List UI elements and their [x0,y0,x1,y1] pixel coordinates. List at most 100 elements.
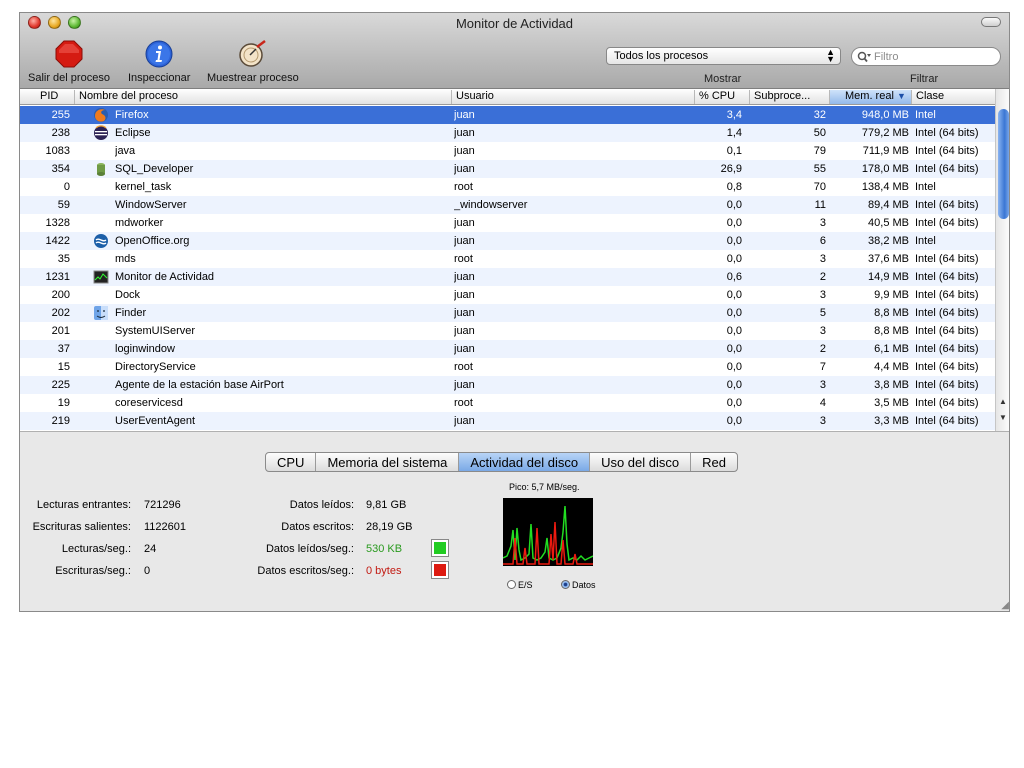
table-row[interactable]: 0 kernel_task root 0,8 70 138,4 MB Intel [20,178,995,196]
table-row[interactable]: 219 UserEventAgent juan 0,0 3 3,3 MB Intel (64… [20,412,995,430]
radio-io[interactable]: E/S [507,580,533,590]
table-row[interactable]: 202 Finder juan 0,0 5 8,8 MB Intel (64 bits) [20,304,995,322]
cell-class: Intel (64 bits) [915,199,979,211]
cell-user: juan [454,379,475,391]
column-header-cpu[interactable]: % CPU [695,90,750,104]
data-read-per-sec-label: Datos leídos/seg.: [265,543,354,555]
cell-cpu: 0,1 [726,145,742,157]
column-header-class[interactable]: Clase [912,90,995,104]
radio-data[interactable]: Datos [561,580,596,590]
cell-class: Intel (64 bits) [915,163,979,175]
table-row[interactable]: 37 loginwindow juan 0,0 2 6,1 MB Intel (64 bit… [20,340,995,358]
table-vertical-scrollbar[interactable]: ▲ ▼ [995,89,1009,431]
cell-cpu: 26,9 [720,163,742,175]
cell-class: Intel (64 bits) [915,271,979,283]
radio-io-button[interactable] [507,580,516,589]
cell-pid: 1422 [45,235,70,247]
cell-class: Intel (64 bits) [915,397,979,409]
cell-cpu: 0,0 [726,397,742,409]
scroll-up-arrow-icon[interactable]: ▲ [999,397,1007,406]
cell-pid: 0 [63,181,70,193]
table-row[interactable]: 59 WindowServer _windowserver 0,0 11 89,4 MB I… [20,196,995,214]
table-row[interactable]: 225 Agente de la estación base AirPort jua… [20,376,995,394]
writes-per-sec-label: Escrituras/seg.: [55,565,131,577]
table-body: 255 Firefox juan 3,4 32 948,0 MB Intel 238 Eclip… [20,106,995,430]
cell-pid: 200 [51,289,70,301]
table-row[interactable]: 35 mds root 0,0 3 37,6 MB Intel (64 bits) [20,250,995,268]
table-row[interactable]: 354 SQL_Developer juan 26,9 55 178,0 MB Intel … [20,160,995,178]
tab-disk-usage[interactable]: Uso del disco [590,453,692,471]
cell-user: juan [454,325,475,337]
column-header-real-memory[interactable]: Mem. real ▼ [830,90,912,104]
window-title: Monitor de Actividad [455,16,574,31]
column-header-threads[interactable]: Subproce... [750,90,830,104]
scrollbar-thumb[interactable] [998,109,1009,219]
cell-cpu: 0,0 [726,343,742,355]
tab-disk-activity[interactable]: Actividad del disco [459,453,591,471]
cell-user: juan [454,163,475,175]
read-color-fill [434,542,446,554]
cell-threads: 2 [819,343,826,355]
cell-threads: 3 [819,253,826,265]
table-row[interactable]: 1231 Monitor de Actividad juan 0,6 2 14,9 MB I… [20,268,995,286]
inspect-button[interactable]: Inspeccionar [128,39,190,84]
cell-threads: 11 [814,199,826,211]
column-header-pid[interactable]: PID [20,90,75,104]
cell-real-memory: 9,9 MB [874,289,909,301]
table-row[interactable]: 19 coreservicesd root 0,0 4 3,5 MB Intel (64 b… [20,394,995,412]
scroll-down-arrow-icon[interactable]: ▼ [999,413,1007,422]
process-table: PID Nombre del proceso Usuario % CPU Sub… [20,89,1009,431]
cell-class: Intel (64 bits) [915,217,979,229]
cell-process-name: mds [115,253,136,265]
detail-panel: CPU Memoria del sistema Actividad del di… [20,431,1009,611]
cell-threads: 7 [819,361,826,373]
cell-pid: 202 [51,307,70,319]
table-row[interactable]: 238 Eclipse juan 1,4 50 779,2 MB Intel (64 bit… [20,124,995,142]
cell-class: Intel (64 bits) [915,325,979,337]
quit-process-button[interactable]: Salir del proceso [28,39,110,84]
writes-out-label: Escrituras salientes: [32,521,131,533]
filter-search-field[interactable]: Filtro [851,47,1001,66]
read-color-swatch[interactable] [431,539,449,557]
table-row[interactable]: 1422 OpenOffice.org juan 0,0 6 38,2 MB Intel [20,232,995,250]
cell-user: juan [454,289,475,301]
toolbar-toggle-button[interactable] [981,17,1001,27]
cell-pid: 1231 [45,271,70,283]
cell-real-memory: 8,8 MB [874,307,909,319]
column-header-user[interactable]: Usuario [452,90,695,104]
column-header-name[interactable]: Nombre del proceso [75,90,452,104]
cell-real-memory: 14,9 MB [868,271,909,283]
writes-out-value: 1122601 [144,521,187,533]
table-row[interactable]: 255 Firefox juan 3,4 32 948,0 MB Intel [20,106,995,124]
tab-cpu[interactable]: CPU [266,453,317,471]
tab-network[interactable]: Red [691,453,737,471]
table-row[interactable]: 1083 java juan 0,1 79 711,9 MB Intel (64 bits) [20,142,995,160]
cell-pid: 37 [57,343,70,355]
table-row[interactable]: 1328 mdworker juan 0,0 3 40,5 MB Intel (64 bit… [20,214,995,232]
cell-threads: 3 [819,325,826,337]
radio-data-button[interactable] [561,580,570,589]
table-row[interactable]: 15 DirectoryService root 0,0 7 4,4 MB Intel (6… [20,358,995,376]
sample-process-button[interactable]: Muestrear proceso [207,39,299,84]
cell-class: Intel (64 bits) [915,415,979,427]
tab-system-memory[interactable]: Memoria del sistema [316,453,460,471]
cell-pid: 35 [57,253,70,265]
cell-cpu: 0,8 [726,181,742,193]
cell-class: Intel [915,109,936,121]
write-color-swatch[interactable] [431,561,449,579]
cell-real-memory: 3,5 MB [874,397,909,409]
cell-user: _windowserver [454,199,528,211]
cell-user: juan [454,109,475,121]
resize-grip-icon[interactable]: ◢ [1001,600,1009,611]
detail-tabs: CPU Memoria del sistema Actividad del di… [265,452,738,472]
cell-real-memory: 8,8 MB [874,325,909,337]
table-row[interactable]: 200 Dock juan 0,0 3 9,9 MB Intel (64 bits) [20,286,995,304]
cell-cpu: 0,0 [726,415,742,427]
cell-process-name: java [115,145,136,157]
show-label: Mostrar [704,73,742,85]
table-row[interactable]: 201 SystemUIServer juan 0,0 3 8,8 MB Intel (64… [20,322,995,340]
cell-process-name: SQL_Developer [115,163,194,175]
show-processes-select[interactable]: Todos los procesos ▲ ▼ [606,47,841,65]
cell-process-name: kernel_task [115,181,172,193]
cell-user: root [454,397,473,409]
